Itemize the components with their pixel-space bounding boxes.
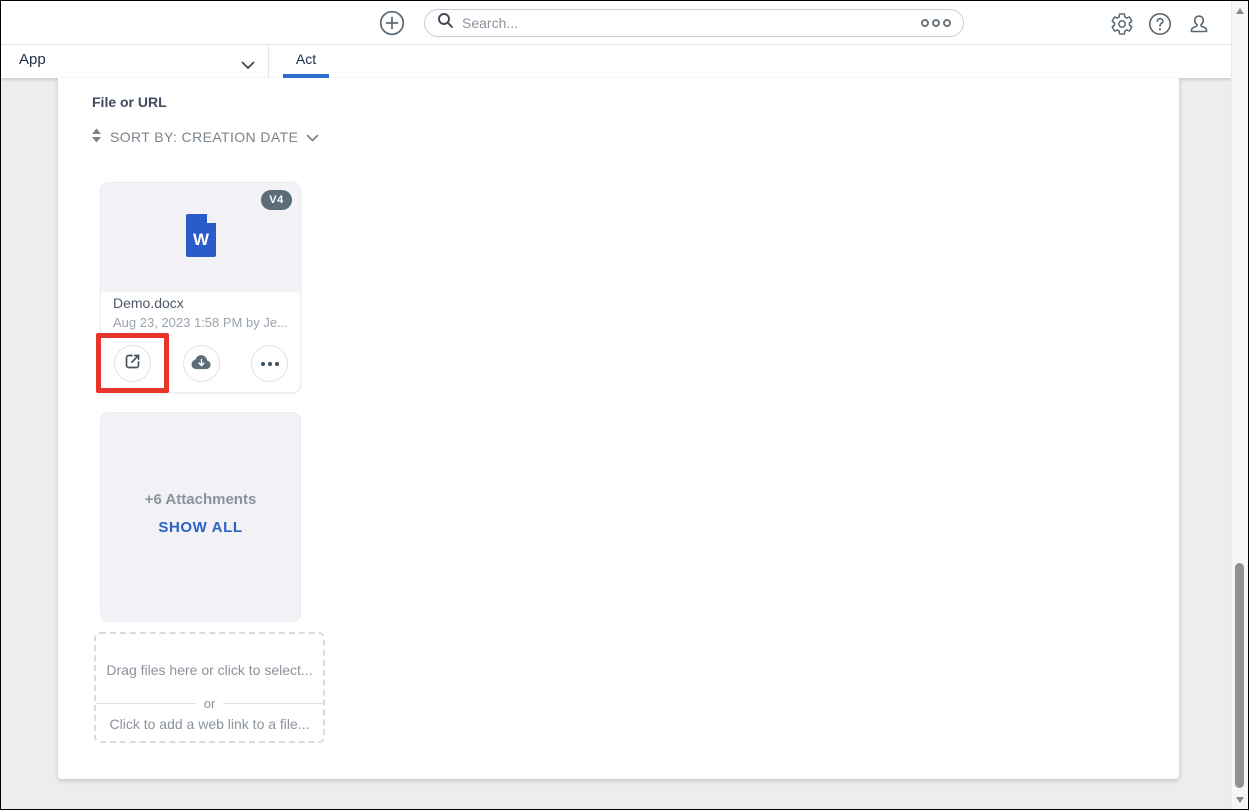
top-bar bbox=[1, 1, 1231, 45]
person-icon bbox=[1187, 15, 1211, 40]
cloud-download-icon bbox=[190, 353, 213, 375]
open-in-new-window-button[interactable] bbox=[114, 345, 151, 382]
attachments-count: +6 Attachments bbox=[144, 491, 257, 508]
file-card[interactable]: V4 W Demo.docx Aug 23, 2023 1:58 PM by J… bbox=[100, 182, 301, 393]
tab-bar: App Act bbox=[1, 45, 1231, 78]
divider-line bbox=[96, 703, 196, 704]
section-title: File or URL bbox=[92, 94, 167, 110]
help-button[interactable] bbox=[1148, 12, 1172, 36]
chevron-down-icon bbox=[306, 129, 319, 145]
version-badge: V4 bbox=[261, 190, 292, 210]
svg-text:W: W bbox=[193, 230, 210, 249]
divider-line bbox=[223, 703, 323, 704]
gear-icon bbox=[1110, 13, 1134, 40]
add-button[interactable] bbox=[379, 10, 405, 36]
vertical-scrollbar[interactable] bbox=[1231, 1, 1248, 809]
app-window: App Act File or URL SORT BY: CREATION DA… bbox=[0, 0, 1249, 810]
scroll-up-arrow[interactable] bbox=[1236, 8, 1244, 14]
file-meta: Aug 23, 2023 1:58 PM by Je... bbox=[113, 315, 288, 330]
app-dropdown[interactable]: App bbox=[1, 45, 269, 78]
sort-control[interactable]: SORT BY: CREATION DATE bbox=[91, 128, 319, 146]
file-name: Demo.docx bbox=[113, 295, 184, 311]
app-dropdown-label: App bbox=[19, 51, 46, 68]
show-all-link[interactable]: SHOW ALL bbox=[101, 519, 300, 536]
chevron-down-icon bbox=[241, 57, 255, 75]
question-mark-icon bbox=[1148, 13, 1172, 40]
sort-arrows-icon bbox=[91, 128, 102, 146]
ellipsis-icon bbox=[260, 361, 279, 366]
magnifier-icon bbox=[437, 12, 454, 34]
tab-act-label: Act bbox=[295, 51, 317, 67]
scrollbar-thumb[interactable] bbox=[1235, 563, 1244, 788]
tab-act[interactable]: Act bbox=[283, 45, 329, 78]
attachments-card: +6 Attachments SHOW ALL bbox=[100, 412, 301, 622]
plus-circle-icon bbox=[379, 10, 405, 39]
or-label: or bbox=[203, 696, 216, 711]
scroll-down-arrow[interactable] bbox=[1236, 797, 1244, 803]
file-dropzone[interactable]: Drag files here or click to select... or… bbox=[94, 632, 325, 743]
search-input[interactable] bbox=[462, 15, 921, 31]
word-document-icon: W bbox=[186, 214, 216, 262]
external-link-icon bbox=[122, 351, 143, 377]
search-bar[interactable] bbox=[424, 9, 964, 37]
dropzone-drag-label[interactable]: Drag files here or click to select... bbox=[96, 662, 323, 678]
account-button[interactable] bbox=[1187, 12, 1211, 36]
content-panel: File or URL SORT BY: CREATION DATE V4 W … bbox=[58, 78, 1179, 779]
sort-label: SORT BY: CREATION DATE bbox=[110, 129, 299, 145]
download-button[interactable] bbox=[183, 345, 220, 382]
or-divider: or bbox=[96, 696, 323, 711]
file-thumbnail[interactable]: V4 W bbox=[101, 183, 300, 292]
add-web-link-button[interactable]: Click to add a web link to a file... bbox=[96, 716, 323, 732]
search-options-icon[interactable] bbox=[921, 19, 951, 27]
settings-button[interactable] bbox=[1110, 12, 1134, 36]
more-options-button[interactable] bbox=[251, 345, 288, 382]
